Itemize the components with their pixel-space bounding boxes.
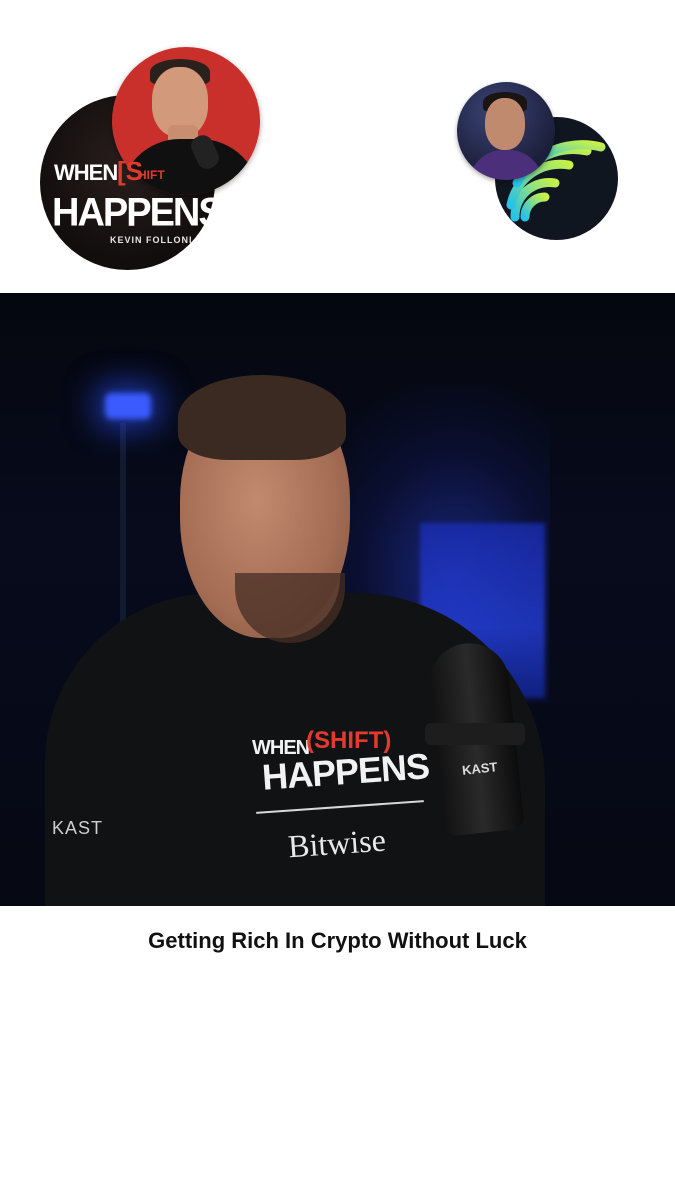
speaker-hair — [178, 375, 346, 460]
studio-lamp — [105, 393, 151, 419]
badge-shift-text: HIFT — [138, 168, 165, 182]
shirt-sponsor-text: Bitwise — [286, 821, 387, 865]
guest-avatar — [457, 82, 555, 180]
guest-body — [469, 150, 543, 180]
video-frame[interactable]: WHEN (SHIFT) HAPPENS Bitwise KAST KAST — [0, 293, 675, 906]
video-caption: Getting Rich In Crypto Without Luck — [148, 928, 527, 953]
badge-when-text: WHEN — [54, 160, 118, 185]
mic-mount — [425, 723, 525, 745]
badge-host-name: KEVIN FOLLONI — [110, 235, 193, 245]
guest-face — [485, 98, 525, 150]
badge-happens-text: HAPPENS — [52, 190, 224, 236]
sleeve-text: KAST — [52, 818, 104, 838]
